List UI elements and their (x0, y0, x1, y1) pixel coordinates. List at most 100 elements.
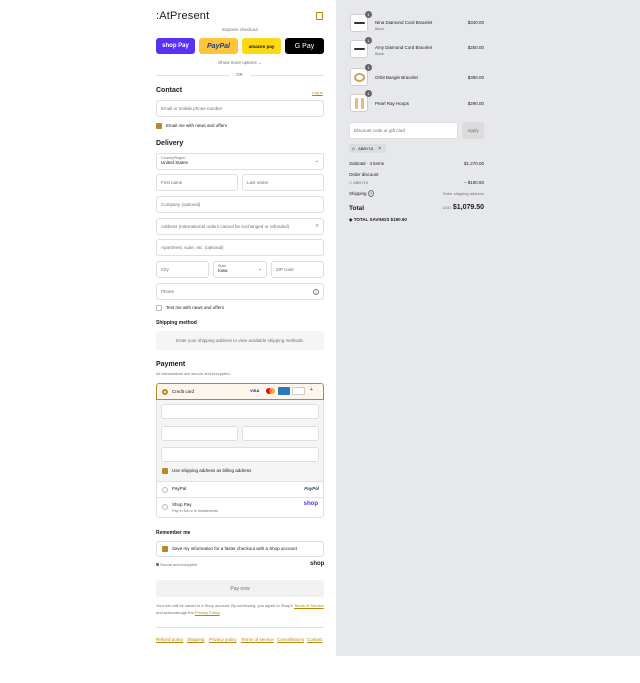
total-amount: USD $1,079.50 (442, 204, 484, 211)
last-name-field[interactable]: Last name (242, 174, 324, 191)
footer-privacy-policy[interactable]: Privacy policy (209, 637, 237, 642)
total-value: $1,079.50 (452, 204, 484, 211)
email-news-label: Email me with news and offers (166, 123, 227, 128)
billing-checkbox[interactable] (162, 468, 168, 474)
credit-card-radio[interactable] (162, 389, 168, 395)
paypal-logo: PayPal (304, 486, 319, 491)
remove-discount-icon[interactable]: × (378, 146, 381, 152)
chevron-down-icon: ⌄ (314, 158, 319, 164)
payment-subtitle: All transactions are secure and encrypte… (156, 371, 231, 376)
discount-value: – $190.50 (463, 180, 484, 185)
quantity-badge: 1 (365, 37, 372, 44)
subtotal-value: $1,270.00 (463, 161, 484, 166)
discount-field[interactable]: Discount code or gift card (349, 122, 458, 139)
state-select[interactable]: State Iowa ⌄ (213, 261, 267, 278)
name-on-card-field[interactable] (161, 447, 319, 462)
payment-heading: Payment (156, 361, 186, 368)
terms-link[interactable]: Terms of Service (294, 603, 324, 608)
privacy-link[interactable]: Privacy Policy (195, 610, 220, 615)
show-more-options-link[interactable]: Show more options ⌄ (156, 60, 324, 66)
apply-button[interactable]: Apply (462, 122, 484, 139)
help-icon[interactable]: ? (313, 288, 319, 295)
shop-pay-logo: shop (303, 501, 318, 507)
express-checkout-label: Express checkout (222, 27, 258, 32)
zip-field[interactable]: ZIP code (271, 261, 324, 278)
shop-logo: shop (310, 561, 325, 567)
text-news-label: Text me with news and offers (166, 305, 224, 310)
login-link[interactable]: Log in (312, 90, 323, 95)
amazon-pay-button[interactable]: amazon pay (242, 38, 281, 54)
legal-end: . (219, 610, 221, 615)
savings-label: TOTAL SAVINGS (353, 217, 390, 222)
shipping-label: Shipping (349, 191, 367, 196)
discount-code: ABBY15 (352, 180, 369, 185)
footer-divider (156, 627, 324, 628)
paypal-radio[interactable] (162, 487, 168, 493)
footer-cancellations[interactable]: Cancellations (277, 637, 304, 642)
hoop-image (361, 98, 364, 109)
total-savings: ◈ TOTAL SAVINGS $190.50 (349, 217, 407, 223)
footer-refund-policy[interactable]: Refund policy (156, 637, 183, 642)
phone-placeholder: Phone (161, 289, 175, 294)
item-name: Nina Diamond Cord Bracelet (375, 20, 433, 25)
bracelet-image (354, 48, 365, 50)
item-variant: Black (375, 27, 385, 31)
tag-icon: ◇ (352, 146, 356, 151)
mastercard-icon (266, 388, 276, 395)
help-icon[interactable]: ? (367, 190, 375, 197)
address-field[interactable]: Address (International orders cannot be … (156, 218, 324, 235)
apartment-field[interactable]: Apartment, suite, etc. (optional) (156, 239, 324, 256)
contact-heading: Contact (156, 87, 183, 94)
paypal-option[interactable]: PayPal PayPal (156, 482, 324, 498)
save-info-box[interactable]: Save my information for a faster checkou… (156, 541, 324, 557)
item-variant: Black (375, 52, 385, 56)
paypal-button[interactable]: PayPal (199, 38, 238, 54)
shipping-value: Enter shipping address (443, 191, 484, 196)
quantity-badge: 1 (365, 11, 372, 18)
security-code-field[interactable] (242, 426, 319, 441)
chevron-down-icon: ⌄ (257, 266, 262, 272)
company-field[interactable]: Company (optional) (156, 196, 324, 213)
google-pay-button[interactable]: G Pay (285, 38, 324, 54)
email-field[interactable]: Email or mobile phone number (156, 100, 324, 117)
city-field[interactable]: City (156, 261, 209, 278)
item-price: $390.00 (467, 75, 484, 80)
pay-now-button[interactable]: Pay now (156, 580, 324, 597)
email-news-checkbox[interactable] (156, 123, 162, 129)
order-summary-panel (336, 0, 640, 656)
shop-pay-radio[interactable] (162, 504, 168, 510)
save-info-label: Save my information for a faster checkou… (172, 546, 297, 551)
discount-tag: ◇ ABBY15 × (349, 144, 386, 153)
phone-field[interactable]: Phone ? (156, 283, 324, 300)
remember-me-heading: Remember me (156, 530, 191, 536)
product-thumbnail (350, 68, 368, 86)
visa-icon: VISA (250, 388, 260, 393)
total-label: Total (349, 205, 365, 212)
address-placeholder: Address (International orders cannot be … (161, 224, 290, 229)
credit-card-option[interactable]: Credit card VISA + (156, 383, 324, 400)
save-info-checkbox[interactable] (162, 546, 168, 552)
item-name: Pearl Ray Hoops (375, 101, 410, 106)
expiration-field[interactable] (161, 426, 238, 441)
discount-tag-code: ABBY15 (358, 146, 374, 151)
first-name-field[interactable]: First name (156, 174, 238, 191)
footer-terms-of-service[interactable]: Terms of service (241, 637, 274, 642)
shop-pay-button[interactable]: shop Pay (156, 38, 195, 54)
text-news-checkbox[interactable] (156, 305, 162, 311)
paypal-label: PayPal (172, 486, 187, 491)
lock-icon (156, 563, 159, 566)
bag-icon[interactable] (316, 12, 323, 20)
legal-line-1: Your info will be saved to a Shop accoun… (156, 603, 294, 608)
footer-contact[interactable]: Contact (307, 637, 323, 642)
country-value: United States (161, 160, 189, 165)
shop-pay-label: Shop Pay (172, 502, 192, 507)
currency-label: USD (442, 205, 451, 210)
shop-pay-sub: Pay in full or in installments (172, 509, 219, 513)
shop-pay-option[interactable]: Shop Pay Pay in full or in installments … (156, 498, 324, 518)
bangle-image (354, 73, 365, 82)
item-name: Orbit Bangle Bracelet (375, 75, 418, 80)
footer-shipping[interactable]: Shipping (187, 637, 205, 642)
store-logo[interactable]: :AtPresent (156, 10, 209, 22)
country-select[interactable]: Country/Region United States ⌄ (156, 153, 324, 170)
card-number-field[interactable] (161, 404, 319, 419)
